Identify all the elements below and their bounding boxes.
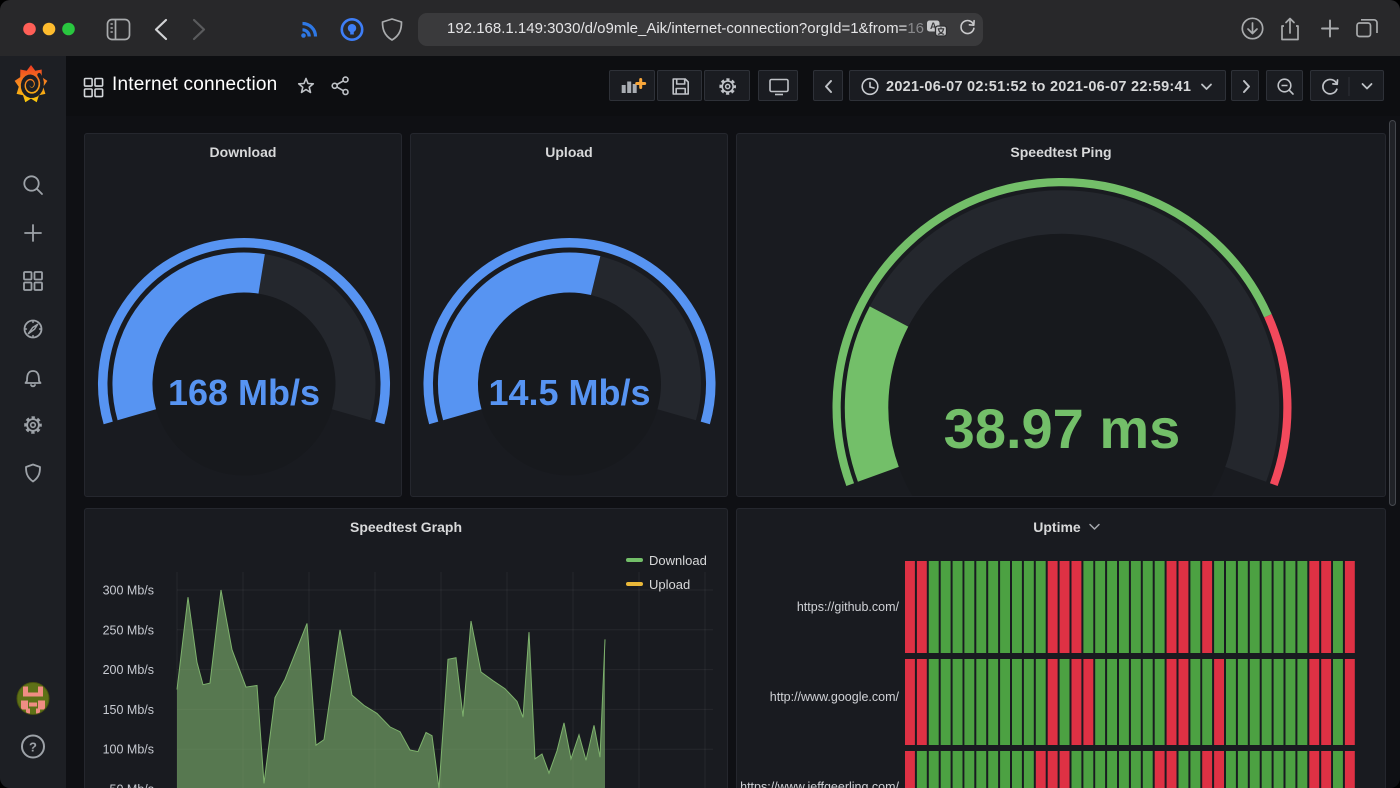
svg-text:http://www.google.com/: http://www.google.com/: [770, 690, 900, 704]
svg-text:Download: Download: [649, 553, 707, 568]
svg-text:14.5 Mb/s: 14.5 Mb/s: [488, 372, 650, 413]
svg-text:50 Mb/s: 50 Mb/s: [110, 783, 154, 788]
svg-text:200 Mb/s: 200 Mb/s: [103, 663, 154, 677]
svg-text:100 Mb/s: 100 Mb/s: [103, 743, 154, 757]
svg-text:https://github.com/: https://github.com/: [797, 600, 900, 614]
svg-text:Upload: Upload: [649, 577, 690, 592]
svg-text:38.97 ms: 38.97 ms: [944, 397, 1181, 460]
svg-text:250 Mb/s: 250 Mb/s: [103, 623, 154, 637]
svg-text:168 Mb/s: 168 Mb/s: [168, 372, 320, 413]
svg-text:?: ?: [29, 740, 37, 755]
svg-text:300 Mb/s: 300 Mb/s: [103, 584, 154, 598]
svg-text:https://www.jeffgeerling.com/: https://www.jeffgeerling.com/: [740, 780, 899, 788]
svg-text:150 Mb/s: 150 Mb/s: [103, 703, 154, 717]
